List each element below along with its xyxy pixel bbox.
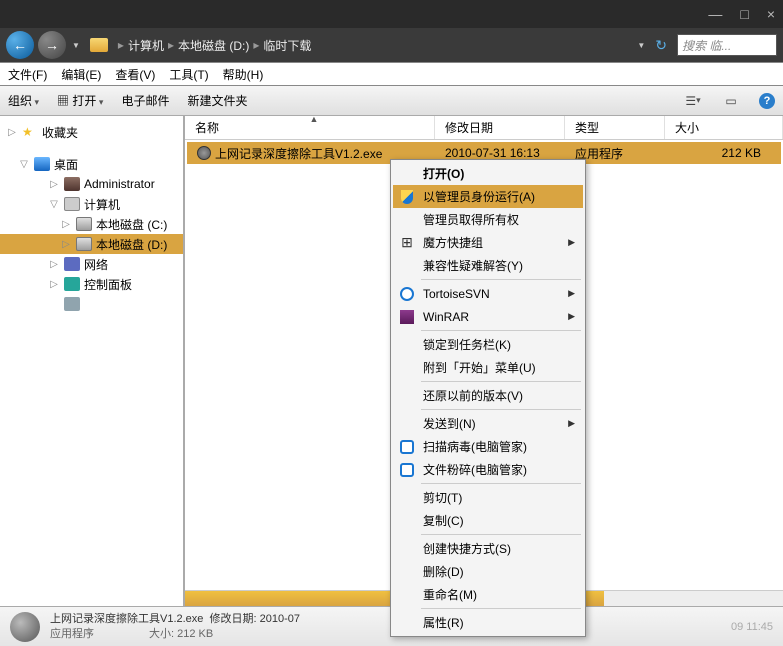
- svn-icon: [400, 287, 414, 301]
- cm-shortcut[interactable]: 创建快捷方式(S): [393, 537, 583, 560]
- refresh-icon[interactable]: ↻: [655, 37, 667, 54]
- column-headers: 名称▲ 修改日期 类型 大小: [185, 116, 783, 140]
- cm-send-to[interactable]: 发送到(N)▶: [393, 412, 583, 435]
- cm-run-as-admin[interactable]: 以管理员身份运行(A): [393, 185, 583, 208]
- cm-cut[interactable]: 剪切(T): [393, 486, 583, 509]
- file-size: 212 KB: [665, 146, 781, 160]
- search-input[interactable]: 搜索 临...: [677, 34, 777, 56]
- col-size[interactable]: 大小: [665, 116, 783, 139]
- open-button[interactable]: ▦ 打开: [57, 92, 103, 109]
- view-mode-button[interactable]: ☰: [683, 92, 703, 110]
- shred-icon: [400, 463, 414, 477]
- sidebar-favorites[interactable]: ▷★收藏夹: [0, 122, 183, 142]
- help-icon[interactable]: ?: [759, 93, 775, 109]
- cm-properties[interactable]: 属性(R): [393, 611, 583, 634]
- winrar-icon: [400, 310, 414, 324]
- status-icon: [10, 612, 40, 642]
- breadcrumb[interactable]: ▸ 计算机 ▸ 本地磁盘 (D:) ▸ 临时下载: [118, 37, 631, 54]
- cm-restore[interactable]: 还原以前的版本(V): [393, 384, 583, 407]
- col-date[interactable]: 修改日期: [435, 116, 565, 139]
- organize-button[interactable]: 组织: [8, 92, 39, 109]
- path-dropdown[interactable]: ▼: [637, 41, 645, 50]
- menu-file[interactable]: 文件(F): [8, 66, 47, 83]
- sidebar-desktop[interactable]: ▽桌面: [0, 154, 183, 174]
- history-dropdown[interactable]: ▼: [72, 41, 80, 50]
- breadcrumb-computer[interactable]: 计算机: [128, 37, 164, 54]
- cm-open[interactable]: 打开(O): [393, 162, 583, 185]
- sidebar-admin[interactable]: ▷Administrator: [0, 174, 183, 194]
- preview-pane-button[interactable]: ▭: [721, 92, 741, 110]
- cm-delete[interactable]: 删除(D): [393, 560, 583, 583]
- cm-rename[interactable]: 重命名(M): [393, 583, 583, 606]
- cm-copy[interactable]: 复制(C): [393, 509, 583, 532]
- shield-icon: [401, 190, 413, 204]
- minimize-button[interactable]: —: [708, 6, 722, 22]
- cm-winrar[interactable]: WinRAR▶: [393, 305, 583, 328]
- cm-pin-taskbar[interactable]: 锁定到任务栏(K): [393, 333, 583, 356]
- toolbar: 组织 ▦ 打开 电子邮件 新建文件夹 ☰ ▭ ?: [0, 86, 783, 116]
- cm-svn[interactable]: TortoiseSVN▶: [393, 282, 583, 305]
- sidebar-drive-c[interactable]: ▷本地磁盘 (C:): [0, 214, 183, 234]
- email-button[interactable]: 电子邮件: [121, 92, 169, 109]
- cm-compat[interactable]: 兼容性疑难解答(Y): [393, 254, 583, 277]
- sidebar-drive-d[interactable]: ▷本地磁盘 (D:): [0, 234, 183, 254]
- titlebar: — □ ×: [0, 0, 783, 28]
- new-folder-button[interactable]: 新建文件夹: [187, 92, 247, 109]
- menu-bar: 文件(F) 编辑(E) 查看(V) 工具(T) 帮助(H): [0, 62, 783, 86]
- cm-pin-start[interactable]: 附到「开始」菜单(U): [393, 356, 583, 379]
- sidebar-recycle[interactable]: [0, 294, 183, 314]
- file-date: 2010-07-31 16:13: [435, 146, 565, 160]
- cm-admin-ownership[interactable]: 管理员取得所有权: [393, 208, 583, 231]
- breadcrumb-folder[interactable]: 临时下载: [263, 37, 311, 54]
- scan-icon: [400, 440, 414, 454]
- breadcrumb-drive[interactable]: 本地磁盘 (D:): [178, 37, 249, 54]
- sidebar-computer[interactable]: ▽计算机: [0, 194, 183, 214]
- cm-scan[interactable]: 扫描病毒(电脑管家): [393, 435, 583, 458]
- cm-mofang[interactable]: 魔方快捷组▶: [393, 231, 583, 254]
- back-button[interactable]: ←: [6, 31, 34, 59]
- sidebar-control-panel[interactable]: ▷控制面板: [0, 274, 183, 294]
- exe-icon: [197, 146, 211, 160]
- col-name[interactable]: 名称▲: [185, 116, 435, 139]
- context-menu: 打开(O) 以管理员身份运行(A) 管理员取得所有权 魔方快捷组▶ 兼容性疑难解…: [390, 159, 586, 637]
- menu-edit[interactable]: 编辑(E): [61, 66, 101, 83]
- close-button[interactable]: ×: [767, 6, 775, 22]
- grid-icon: [399, 235, 415, 251]
- sidebar: ▷★收藏夹 ▽桌面 ▷Administrator ▽计算机 ▷本地磁盘 (C:)…: [0, 116, 185, 606]
- forward-button[interactable]: →: [38, 31, 66, 59]
- menu-tools[interactable]: 工具(T): [169, 66, 208, 83]
- maximize-button[interactable]: □: [740, 6, 748, 22]
- col-type[interactable]: 类型: [565, 116, 665, 139]
- menu-view[interactable]: 查看(V): [115, 66, 155, 83]
- folder-icon: [90, 38, 108, 52]
- sidebar-network[interactable]: ▷网络: [0, 254, 183, 274]
- menu-help[interactable]: 帮助(H): [223, 66, 264, 83]
- cm-shred[interactable]: 文件粉碎(电脑管家): [393, 458, 583, 481]
- nav-bar: ← → ▼ ▸ 计算机 ▸ 本地磁盘 (D:) ▸ 临时下载 ▼ ↻ 搜索 临.…: [0, 28, 783, 62]
- file-name: 上网记录深度擦除工具V1.2.exe: [215, 145, 382, 162]
